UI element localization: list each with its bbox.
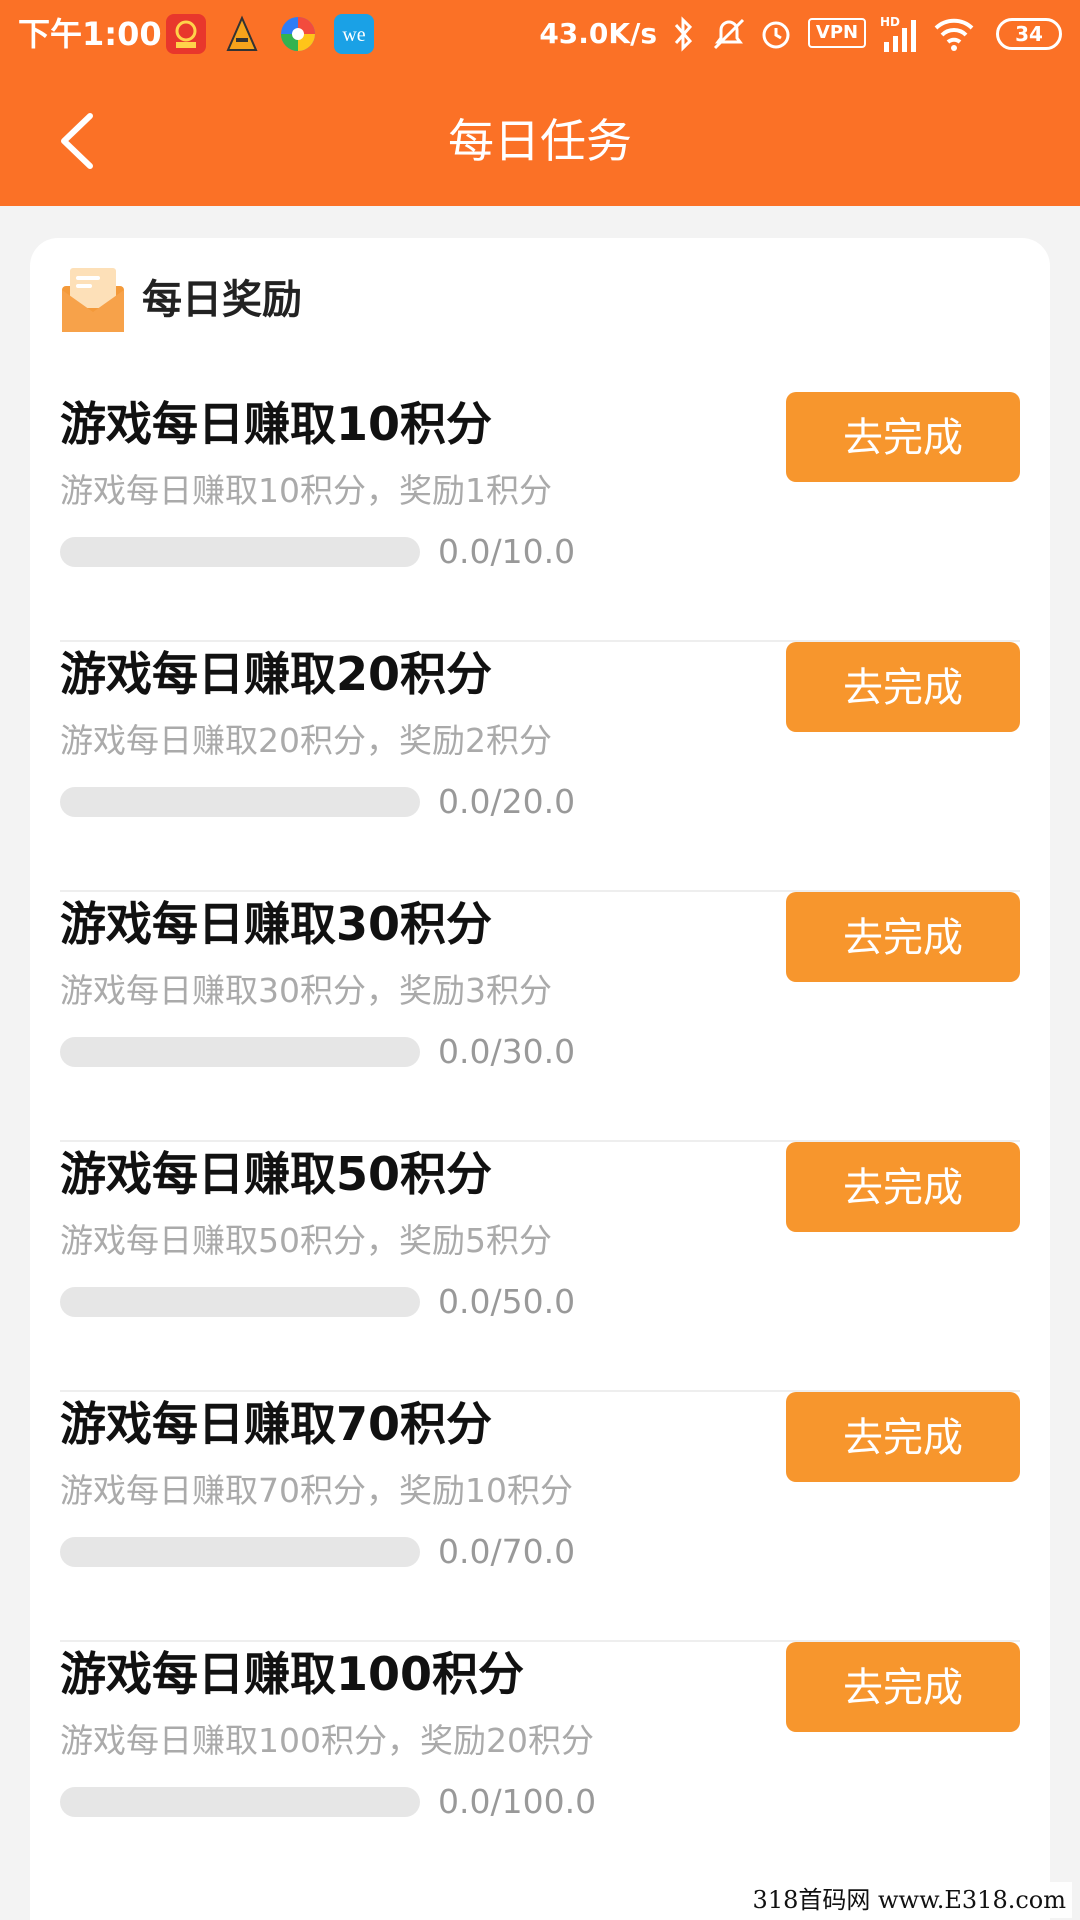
signal-icon: HD bbox=[880, 15, 916, 52]
task-progress-text: 0.0/70.0 bbox=[438, 1532, 576, 1571]
battery-level: 34 bbox=[1015, 22, 1043, 46]
task-title: 游戏每日赚取100积分 bbox=[60, 1647, 525, 1701]
task-progress-bar bbox=[60, 1787, 420, 1817]
vpn-icon: VPN bbox=[808, 18, 866, 48]
card-title: 每日奖励 bbox=[142, 277, 302, 323]
task-progress-text: 0.0/20.0 bbox=[438, 782, 576, 821]
taobao-app-icon bbox=[166, 14, 206, 54]
task-progress-text: 0.0/10.0 bbox=[438, 532, 576, 571]
alarm-icon bbox=[762, 21, 790, 49]
go-complete-button[interactable]: 去完成 bbox=[786, 392, 1020, 482]
task-progress-text: 0.0/50.0 bbox=[438, 1282, 576, 1321]
task-description: 游戏每日赚取50积分，奖励5积分 bbox=[60, 1221, 552, 1260]
we-app-icon: we bbox=[334, 14, 374, 54]
go-complete-button[interactable]: 去完成 bbox=[786, 1142, 1020, 1232]
mute-icon bbox=[713, 18, 745, 50]
task-description: 游戏每日赚取30积分，奖励3积分 bbox=[60, 971, 552, 1010]
svg-text:we: we bbox=[342, 24, 365, 46]
browser-app-icon bbox=[278, 14, 318, 54]
svg-text:HD: HD bbox=[880, 15, 900, 29]
go-complete-button[interactable]: 去完成 bbox=[786, 642, 1020, 732]
task-description: 游戏每日赚取20积分，奖励2积分 bbox=[60, 721, 552, 760]
task-progress-bar bbox=[60, 1037, 420, 1067]
task-description: 游戏每日赚取70积分，奖励10积分 bbox=[60, 1471, 573, 1510]
battery-icon: 34 bbox=[996, 18, 1062, 50]
a-app-icon bbox=[222, 14, 262, 54]
watermark: 318首码网 www.E318.com bbox=[746, 1882, 1072, 1918]
task-progress-bar bbox=[60, 1537, 420, 1567]
status-bar: 下午1:00 we 43.0K/s VPN HD 34 bbox=[0, 0, 1080, 70]
task-row: 游戏每日赚取100积分游戏每日赚取100积分，奖励20积分 0.0/100.0 去完… bbox=[60, 1642, 1020, 1892]
task-title: 游戏每日赚取20积分 bbox=[60, 647, 493, 701]
network-speed: 43.0K/s bbox=[539, 17, 657, 50]
envelope-icon bbox=[62, 268, 124, 332]
wifi-icon bbox=[934, 18, 974, 51]
app-header: 下午1:00 we 43.0K/s VPN HD 34 每日任务 bbox=[0, 0, 1080, 206]
status-time: 下午1:00 bbox=[18, 15, 162, 53]
task-row: 游戏每日赚取30积分游戏每日赚取30积分，奖励3积分 0.0/30.0 去完成 bbox=[60, 892, 1020, 1142]
task-progress-bar bbox=[60, 1287, 420, 1317]
page-title: 每日任务 bbox=[448, 114, 632, 168]
task-row: 游戏每日赚取20积分游戏每日赚取20积分，奖励2积分 0.0/20.0 去完成 bbox=[60, 642, 1020, 892]
task-progress-text: 0.0/30.0 bbox=[438, 1032, 576, 1071]
go-complete-button[interactable]: 去完成 bbox=[786, 892, 1020, 982]
task-progress-bar bbox=[60, 787, 420, 817]
task-row: 游戏每日赚取70积分游戏每日赚取70积分，奖励10积分 0.0/70.0 去完成 bbox=[60, 1392, 1020, 1642]
task-description: 游戏每日赚取10积分，奖励1积分 bbox=[60, 471, 552, 510]
status-right: 43.0K/s VPN HD 34 bbox=[502, 12, 1062, 56]
go-complete-button[interactable]: 去完成 bbox=[786, 1642, 1020, 1732]
task-row: 游戏每日赚取10积分游戏每日赚取10积分，奖励1积分 0.0/10.0 去完成 bbox=[60, 392, 1020, 642]
task-row: 游戏每日赚取50积分游戏每日赚取50积分，奖励5积分 0.0/50.0 去完成 bbox=[60, 1142, 1020, 1392]
task-title: 游戏每日赚取70积分 bbox=[60, 1397, 493, 1451]
task-title: 游戏每日赚取10积分 bbox=[60, 397, 493, 451]
bluetooth-icon bbox=[674, 16, 693, 52]
task-title: 游戏每日赚取50积分 bbox=[60, 1147, 493, 1201]
daily-reward-card: 每日奖励 游戏每日赚取10积分游戏每日赚取10积分，奖励1积分 0.0/10.0 去… bbox=[30, 238, 1050, 1920]
go-complete-button[interactable]: 去完成 bbox=[786, 1392, 1020, 1482]
task-title: 游戏每日赚取30积分 bbox=[60, 897, 493, 951]
task-progress-text: 0.0/100.0 bbox=[438, 1782, 597, 1821]
task-progress-bar bbox=[60, 537, 420, 567]
task-description: 游戏每日赚取100积分，奖励20积分 bbox=[60, 1721, 594, 1760]
